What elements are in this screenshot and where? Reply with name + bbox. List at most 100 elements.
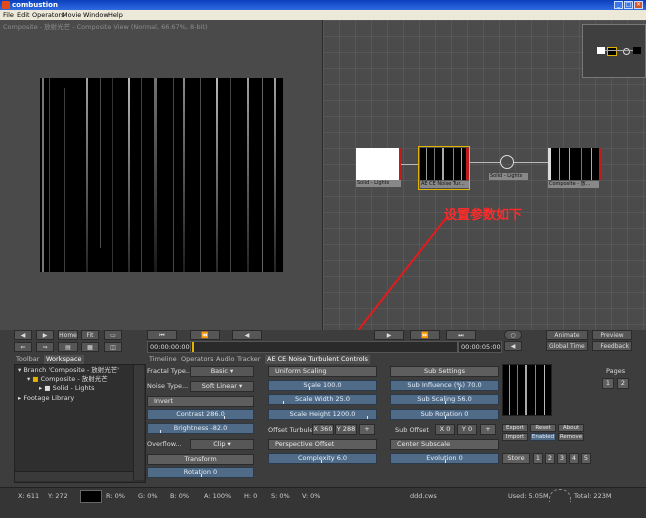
page-2-button[interactable]: 2: [617, 378, 629, 389]
store-slot-4[interactable]: 4: [569, 453, 579, 464]
offset-x-field[interactable]: X 360: [312, 424, 334, 435]
transport-start[interactable]: ⏮: [147, 330, 177, 340]
rotation-slider[interactable]: Rotation 0: [147, 467, 254, 478]
scale-width-slider[interactable]: Scale Width 25.0: [268, 394, 377, 405]
tree-hscrollbar[interactable]: [15, 471, 133, 481]
export-button[interactable]: Export: [502, 424, 528, 432]
import-button[interactable]: Import: [502, 433, 528, 441]
feedback-toggle[interactable]: Feedback: [592, 341, 632, 351]
playhead[interactable]: [192, 342, 194, 352]
timecode-end[interactable]: 00:00:05:00: [458, 341, 502, 353]
about-button[interactable]: About: [558, 424, 584, 432]
enabled-toggle[interactable]: Enabled: [530, 433, 556, 441]
complexity-slider[interactable]: Complexity 6.0: [268, 453, 377, 464]
transport-play[interactable]: ▶: [374, 330, 404, 340]
menu-movie[interactable]: Movie: [62, 10, 81, 20]
sub-offset-label: Sub Offset: [395, 426, 429, 434]
loop-button[interactable]: ○: [504, 330, 522, 340]
workspace-tree[interactable]: ▾ Branch 'Composite - 放射光芒' ▾ ■ Composit…: [14, 364, 146, 483]
timecode-start[interactable]: 00:00:00:00: [147, 341, 191, 353]
transform-button[interactable]: Transform: [147, 454, 254, 465]
scale-height-slider[interactable]: Scale Height 1200.0: [268, 409, 377, 420]
node-ae-ce-noise[interactable]: AE CE Noise Tur...: [418, 146, 470, 190]
tab-timeline[interactable]: Timeline: [149, 355, 177, 364]
time-ruler[interactable]: [190, 341, 458, 353]
uniform-scaling-toggle[interactable]: Uniform Scaling: [268, 366, 377, 377]
view-button[interactable]: ▭: [104, 330, 122, 340]
menu-edit[interactable]: Edit: [17, 10, 30, 20]
animate-button[interactable]: Animate: [546, 330, 588, 340]
center-subscale-toggle[interactable]: Center Subscale: [390, 439, 499, 450]
menu-operators[interactable]: Operators: [32, 10, 64, 20]
status-h: H: 0: [244, 492, 258, 500]
global-time-toggle[interactable]: Global Time: [546, 341, 588, 351]
window-title: combustion: [12, 1, 58, 9]
folder-icon: ■: [32, 375, 39, 383]
transport-next[interactable]: ⏩: [410, 330, 440, 340]
invert-toggle[interactable]: Invert: [147, 396, 254, 407]
sub-settings-button[interactable]: Sub Settings: [390, 366, 499, 377]
back-button[interactable]: ◀: [14, 330, 32, 340]
evolution-slider[interactable]: Evolution 0: [390, 453, 499, 464]
tab-operators[interactable]: Operators: [181, 355, 213, 364]
store-button[interactable]: Store: [502, 453, 530, 464]
tab-ae-ce-noise-controls[interactable]: AE CE Noise Turbulent Controls: [265, 355, 370, 364]
store-slot-1[interactable]: 1: [533, 453, 543, 464]
page-1-button[interactable]: 1: [602, 378, 614, 389]
tree-footage-library[interactable]: ▸ Footage Library: [18, 393, 74, 403]
scale-slider[interactable]: Scale 100.0: [268, 380, 377, 391]
node-merge-circle[interactable]: [500, 155, 514, 169]
store-slot-3[interactable]: 3: [557, 453, 567, 464]
minimize-button[interactable]: _: [614, 1, 623, 9]
operator-thumbnail: [502, 364, 552, 416]
tree-scrollbar[interactable]: [133, 365, 144, 480]
fractal-type-select[interactable]: Basic ▾: [190, 366, 254, 377]
reset-button[interactable]: Reset: [530, 424, 556, 432]
noise-type-select[interactable]: Soft Linear ▾: [190, 381, 254, 392]
forward-button[interactable]: ▶: [36, 330, 54, 340]
fractal-type-label: Fractal Type...: [147, 367, 193, 375]
offset-y-field[interactable]: Y 288: [335, 424, 357, 435]
transport-end[interactable]: ⏭: [446, 330, 476, 340]
sub-offset-x-field[interactable]: X 0: [435, 424, 455, 435]
store-slot-5[interactable]: 5: [581, 453, 591, 464]
store-slot-2[interactable]: 2: [545, 453, 555, 464]
menu-help[interactable]: Help: [108, 10, 123, 20]
tree-solid-lights[interactable]: ▸ ■ Solid - Lights: [39, 383, 95, 393]
contrast-slider[interactable]: Contrast 286.0: [147, 409, 254, 420]
tab-toolbar[interactable]: Toolbar: [16, 355, 39, 364]
sub-influence-slider[interactable]: Sub Influence (%) 70.0: [390, 380, 499, 391]
tab-workspace[interactable]: Workspace: [44, 355, 84, 364]
sub-scaling-slider[interactable]: Sub Scaling 56.0: [390, 394, 499, 405]
tree-label: Composite - 放射光芒: [40, 375, 108, 383]
perspective-offset-toggle[interactable]: Perspective Offset: [268, 439, 377, 450]
timeline-menu-button[interactable]: ◀: [504, 341, 522, 351]
home-button[interactable]: Home: [58, 330, 78, 340]
schematic-navigator[interactable]: [582, 24, 646, 78]
maximize-button[interactable]: □: [624, 1, 633, 9]
node-solid-lights-1[interactable]: Solid - Lights: [356, 148, 402, 189]
node-composite[interactable]: Composite - 放...: [548, 148, 602, 190]
fit-button[interactable]: Fit: [81, 330, 99, 340]
preview-button[interactable]: Preview: [592, 330, 632, 340]
sub-rotation-slider[interactable]: Sub Rotation 0: [390, 409, 499, 420]
transport-prev[interactable]: ⏪: [190, 330, 220, 340]
grid-button[interactable]: ▦: [81, 342, 99, 352]
menu-file[interactable]: File: [3, 10, 14, 20]
status-r: R: 0%: [106, 492, 125, 500]
sub-offset-y-field[interactable]: Y 0: [457, 424, 477, 435]
brightness-slider[interactable]: Brightness -82.0: [147, 423, 254, 434]
close-button[interactable]: ×: [634, 1, 643, 9]
offset-crosshair-button[interactable]: +: [359, 424, 375, 435]
layout-button[interactable]: ▤: [58, 342, 78, 352]
tab-audio[interactable]: Audio: [216, 355, 234, 364]
nav-left-button[interactable]: ⇐: [14, 342, 32, 352]
split-button[interactable]: ◫: [104, 342, 122, 352]
overflow-select[interactable]: Clip ▾: [190, 439, 254, 450]
transport-back[interactable]: ◀: [232, 330, 262, 340]
nav-right-button[interactable]: ⇒: [36, 342, 54, 352]
tab-tracker[interactable]: Tracker: [237, 355, 260, 364]
remove-button[interactable]: Remove: [558, 433, 584, 441]
menu-window[interactable]: Window: [83, 10, 109, 20]
sub-offset-crosshair-button[interactable]: +: [480, 424, 496, 435]
